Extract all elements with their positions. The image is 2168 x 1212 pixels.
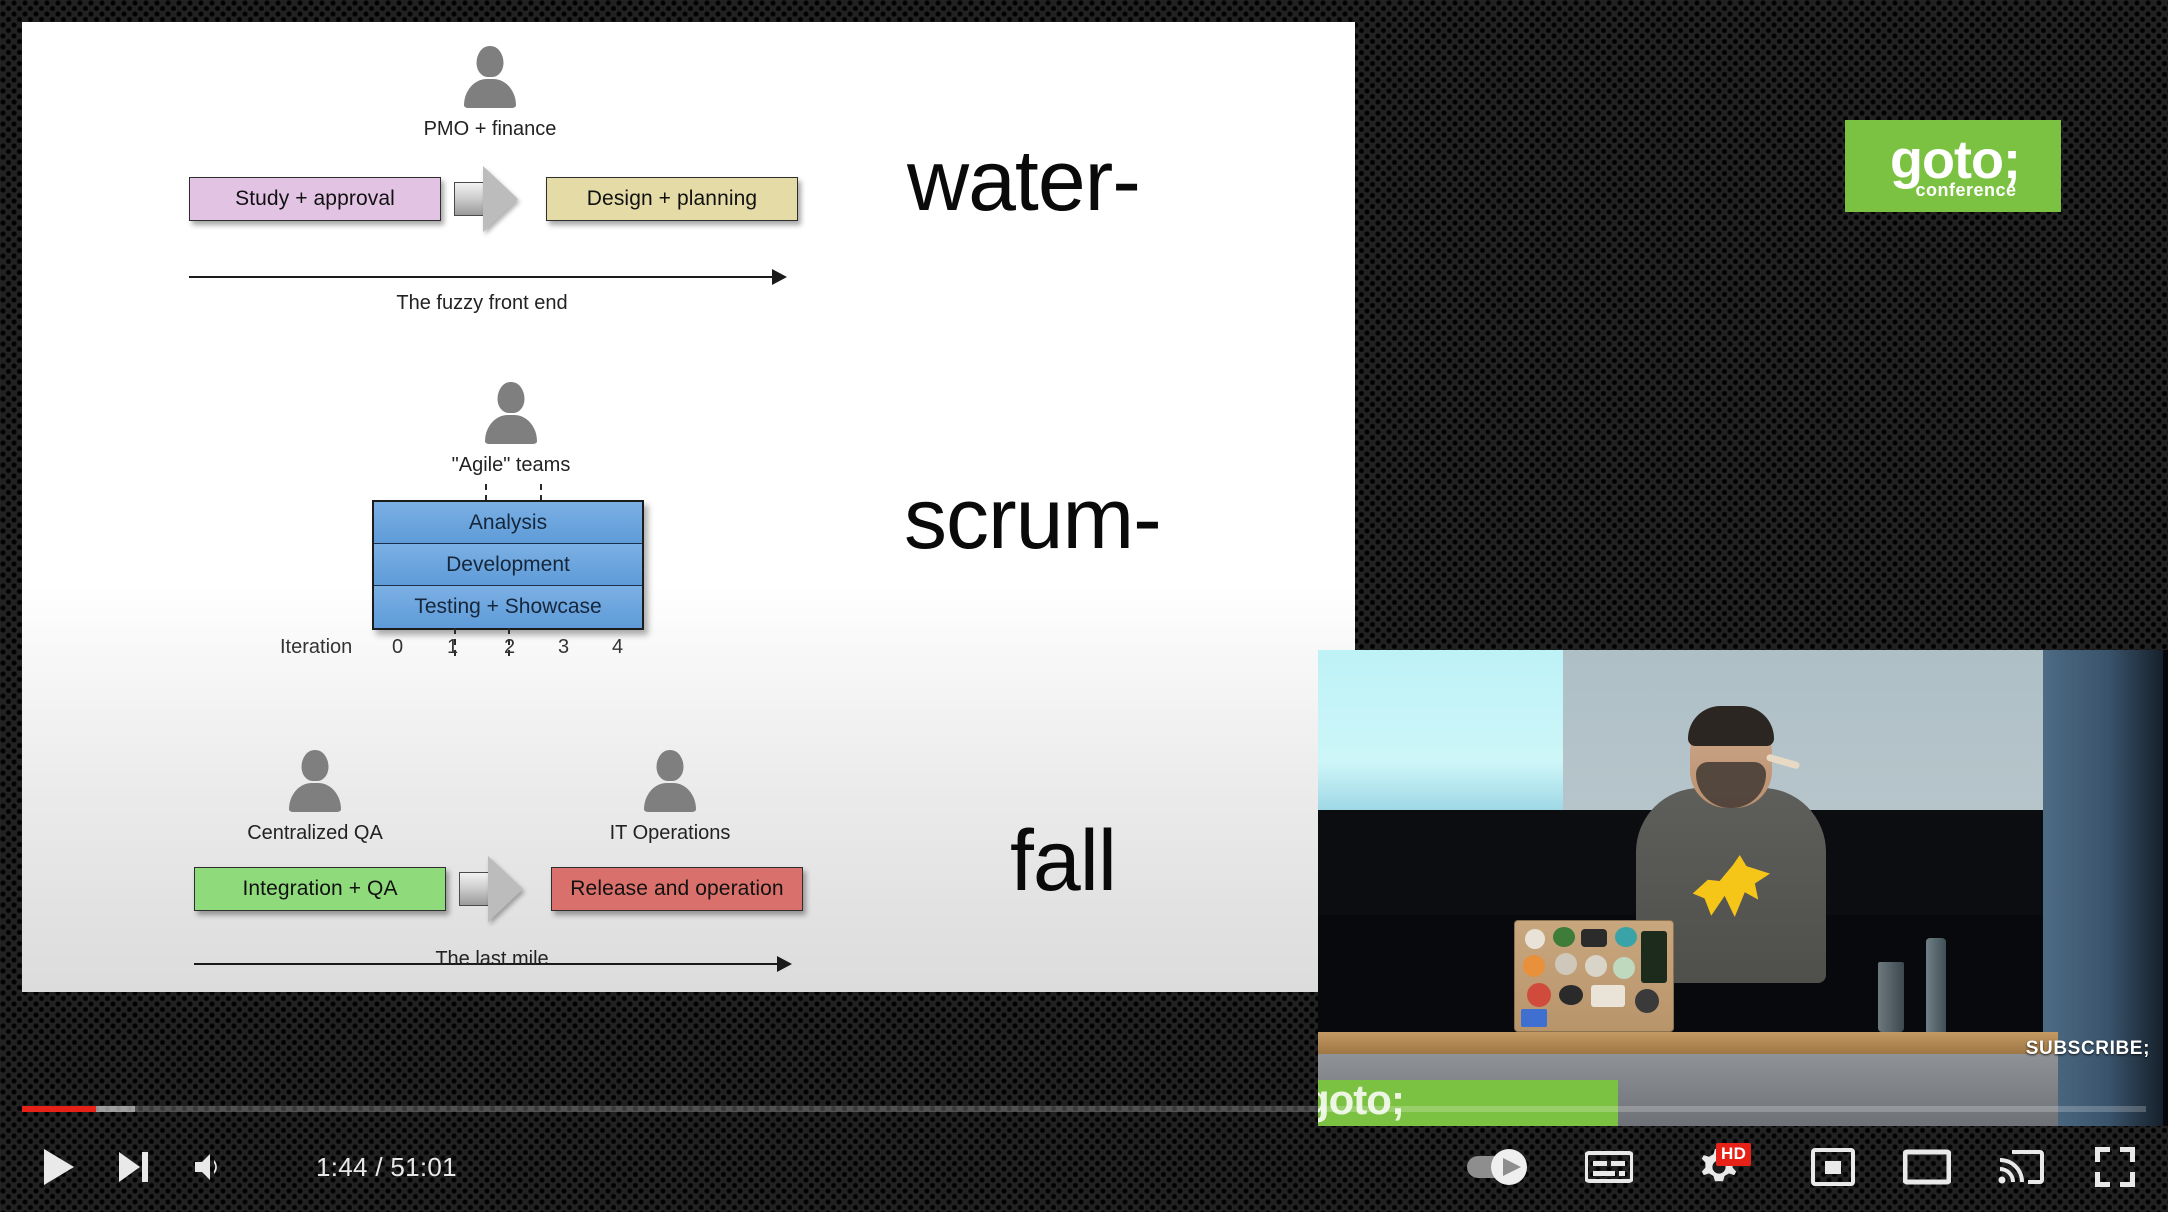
settings-button[interactable]: [1676, 1122, 1762, 1212]
headline-word-scrum: scrum-: [904, 471, 1162, 567]
actor-label-it-operations: IT Operations: [609, 822, 731, 844]
podium-desktop: [1318, 1032, 2058, 1054]
play-button[interactable]: [22, 1122, 96, 1212]
cast-icon: [1998, 1150, 2044, 1184]
iteration-tick-label-3: 3: [558, 636, 570, 658]
actor-label-agile-teams: "Agile" teams: [451, 454, 571, 476]
subscribe-overlay-text: SUBSCRIBE;: [2025, 1038, 2150, 1059]
theater-icon: [1903, 1149, 1951, 1185]
axis-label-last-mile: The last mile: [435, 948, 549, 970]
iteration-row-analysis: Analysis: [374, 502, 642, 544]
speaker-camera-inset: goto; SUBSCRIBE;: [1318, 650, 2168, 1126]
miniplayer-icon: [1811, 1148, 1855, 1186]
projection-screen-glow: [1318, 650, 1563, 810]
arrow-icon-last-mile: [459, 856, 523, 922]
goto-conference-logo: goto; conference: [1845, 120, 2061, 212]
iteration-row-label: Development: [446, 552, 570, 576]
laptop-with-stickers: [1514, 920, 1674, 1032]
person-icon-it-operations: [642, 750, 698, 814]
headline-word-fall: fall: [1010, 813, 1117, 909]
miniplayer-button[interactable]: [1790, 1122, 1876, 1212]
progress-bar-scrubber[interactable]: [22, 1106, 2146, 1112]
timeline-arrowhead-front-end: [772, 269, 787, 285]
video-player[interactable]: PMO + finance Study + approval Design + …: [0, 0, 2168, 1212]
autoplay-icon: [1467, 1149, 1527, 1185]
timeline-arrowhead-last-mile: [777, 956, 792, 972]
iteration-row-label: Analysis: [468, 510, 548, 534]
subtitles-icon: [1585, 1151, 1633, 1183]
timeline-axis-front-end: [189, 276, 774, 278]
headline-word-water: water-: [907, 133, 1141, 229]
process-box-integration-qa: Integration + QA: [194, 867, 446, 911]
process-box-label: Integration + QA: [242, 877, 398, 900]
actor-label-centralized-qa: Centralized QA: [247, 822, 383, 844]
process-box-label: Design + planning: [586, 187, 758, 210]
theater-mode-button[interactable]: [1884, 1122, 1970, 1212]
process-box-label: Release and operation: [570, 877, 784, 900]
process-box-label: Study + approval: [235, 187, 395, 210]
process-box-design-planning: Design + planning: [546, 177, 798, 221]
next-video-button[interactable]: [96, 1122, 170, 1212]
time-display: 1:44 / 51:01: [316, 1122, 457, 1212]
iteration-row-testing-showcase: Testing + Showcase: [374, 586, 642, 628]
subtitles-button[interactable]: [1566, 1122, 1652, 1212]
quality-hd-badge: HD: [1716, 1143, 1752, 1166]
volume-button[interactable]: [172, 1122, 246, 1212]
play-icon: [44, 1149, 74, 1185]
iteration-row-label: Testing + Showcase: [414, 595, 602, 618]
iteration-tick-label-4: 4: [612, 636, 624, 658]
arrow-icon-front-end: [454, 166, 518, 232]
autoplay-toggle[interactable]: [1454, 1122, 1550, 1212]
fullscreen-button[interactable]: [2072, 1122, 2158, 1212]
speaker-hair: [1688, 706, 1774, 746]
goto-logo-subtitle: conference: [1915, 180, 2017, 200]
person-icon-agile-teams: [483, 382, 539, 446]
goto-logo-wordmark: goto;: [1890, 130, 2021, 190]
process-box-release-operation: Release and operation: [551, 867, 803, 911]
axis-label-front-end: The fuzzy front end: [396, 292, 568, 314]
iteration-stack: Analysis Development Testing + Showcase: [372, 500, 644, 630]
iteration-tick-label-2: 2: [504, 636, 516, 658]
presentation-slide: PMO + finance Study + approval Design + …: [22, 22, 1355, 992]
iteration-row-development: Development: [374, 544, 642, 586]
iteration-axis-title: Iteration: [280, 636, 353, 658]
fullscreen-icon: [2095, 1147, 2135, 1187]
player-control-bar[interactable]: 1:44 / 51:01: [0, 1080, 2168, 1212]
iteration-tick-label-0: 0: [392, 636, 404, 658]
cast-button[interactable]: [1978, 1122, 2064, 1212]
iteration-tick-label-1: 1: [447, 636, 459, 658]
water-bottle: [1926, 938, 1946, 1034]
person-icon-pmo: [462, 46, 518, 110]
control-buttons-row: 1:44 / 51:01: [0, 1122, 2168, 1212]
progress-played: [22, 1106, 97, 1112]
volume-icon: [195, 1154, 217, 1180]
time-display-text: 1:44 / 51:01: [316, 1151, 457, 1182]
actor-label-pmo: PMO + finance: [423, 118, 557, 140]
water-glass: [1878, 962, 1904, 1032]
person-icon-centralized-qa: [287, 750, 343, 814]
next-icon: [119, 1152, 148, 1182]
process-box-study-approval: Study + approval: [189, 177, 441, 221]
